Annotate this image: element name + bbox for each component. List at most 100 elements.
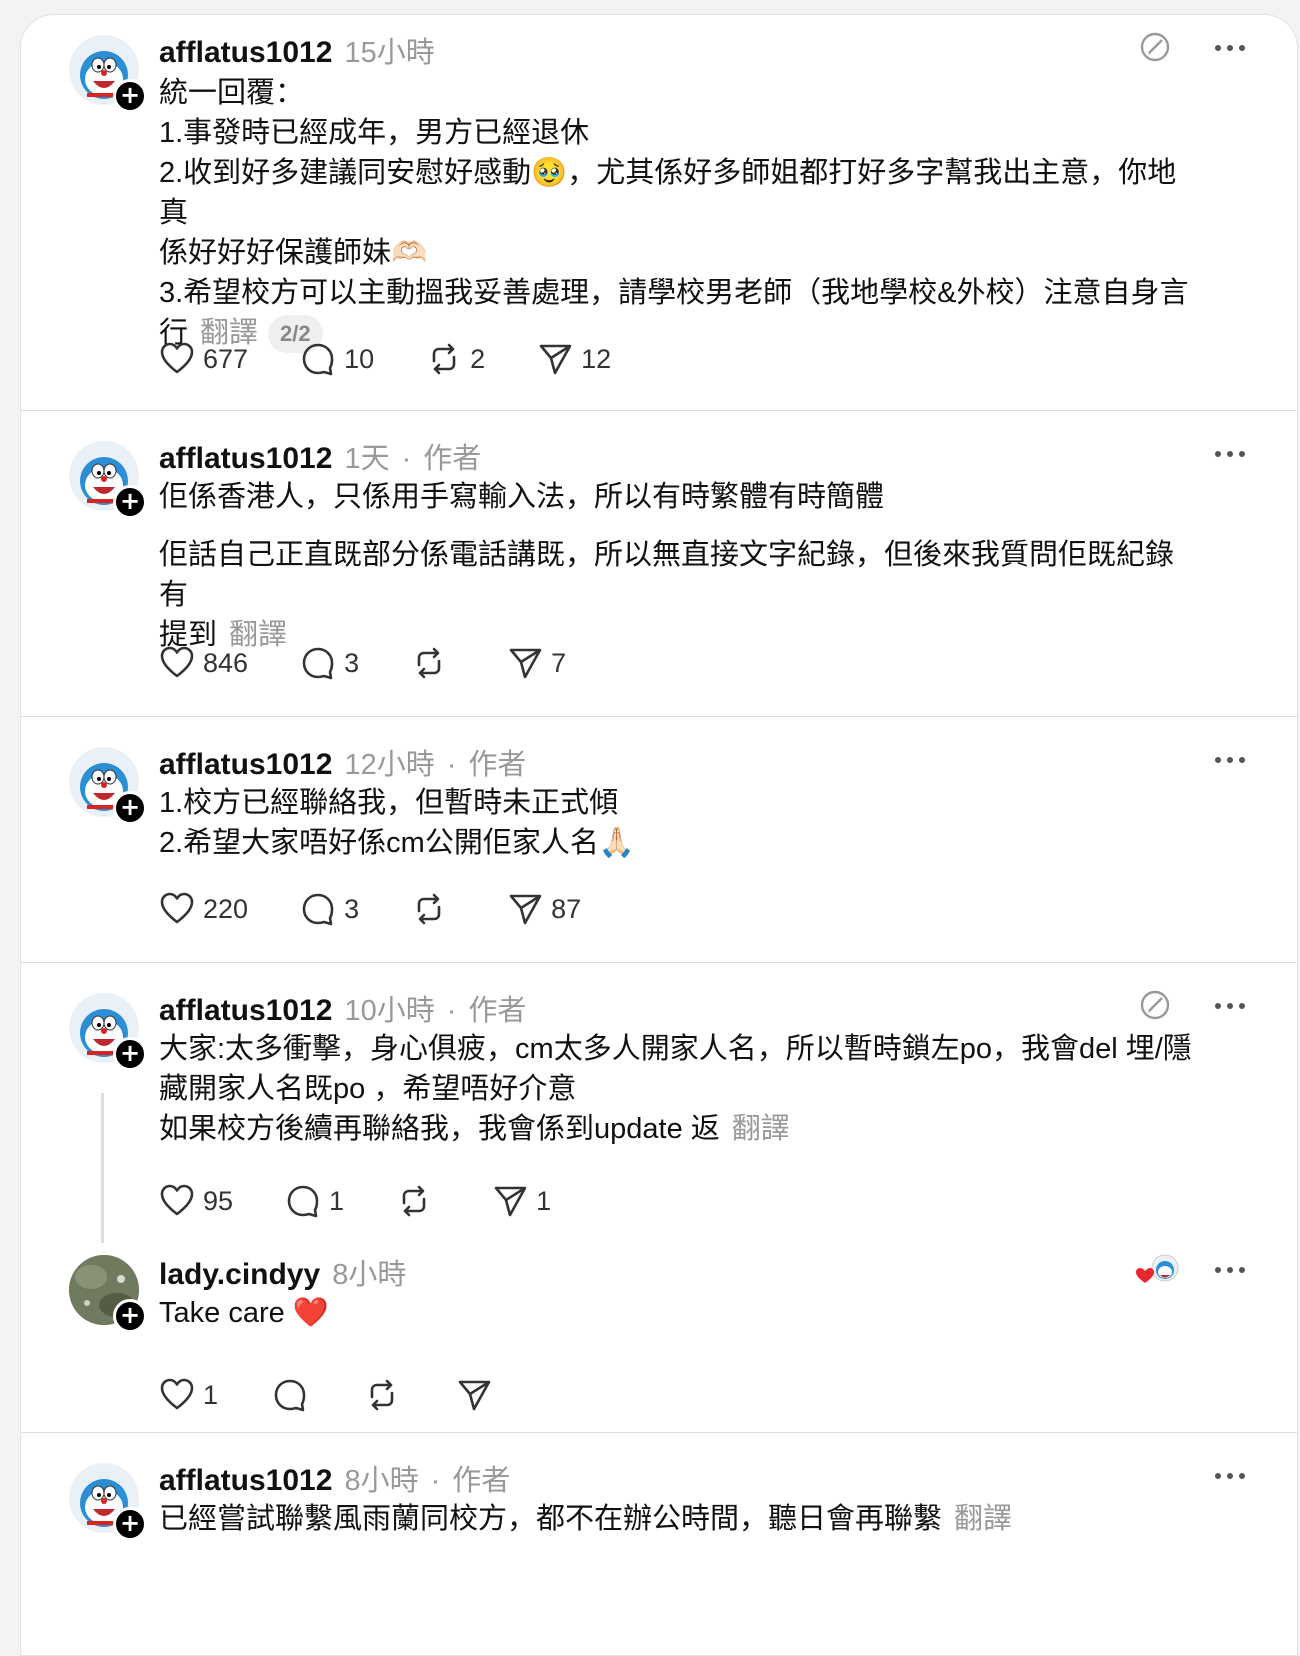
share-icon (509, 648, 542, 679)
comment-icon (302, 343, 334, 376)
share-count: 7 (551, 647, 567, 678)
comment-icon (274, 1379, 306, 1412)
like-button[interactable]: 677 (159, 341, 248, 377)
post-line: 藏開家人名既po ，希望唔好介意 (159, 1073, 577, 1105)
comment-button[interactable]: 1 (285, 1183, 344, 1219)
avatar[interactable]: + (69, 35, 147, 113)
translate-link[interactable]: 翻譯 (732, 1113, 790, 1145)
more-icon[interactable] (1215, 1001, 1245, 1011)
follow-plus-icon[interactable]: + (113, 791, 147, 825)
comment-count: 3 (344, 893, 360, 924)
avatar[interactable]: + (69, 993, 147, 1071)
author-badge: 作者 (468, 995, 527, 1027)
username[interactable]: afflatus1012 (159, 1464, 332, 1498)
comment-button[interactable]: 10 (300, 341, 374, 377)
separator-dot: · (401, 443, 412, 475)
comment-button[interactable]: 3 (300, 891, 359, 927)
edit-icon[interactable] (1139, 31, 1171, 63)
repost-button[interactable]: 2 (426, 341, 485, 377)
avatar[interactable]: + (69, 747, 147, 825)
post-line: 2.希望大家唔好係cm公開佢家人名🙏🏻 (159, 827, 635, 859)
repost-icon (370, 1379, 394, 1411)
share-button[interactable]: 87 (507, 891, 581, 927)
like-count: 95 (203, 1185, 234, 1216)
post-body: 佢係香港人，只係用手寫輸入法，所以有時繁體有時簡體 佢話自己正直既部分係電話講既… (159, 477, 1199, 655)
share-icon (458, 1380, 491, 1411)
author-badge: 作者 (468, 749, 527, 781)
thread-line (101, 1093, 104, 1243)
like-button[interactable]: 1 (159, 1377, 218, 1413)
repost-count: 2 (470, 343, 486, 374)
post-paragraph: 佢話自己正直既部分係電話講既，所以無直接文字紀錄，但後來我質問佢既紀錄有 (159, 539, 1175, 611)
timestamp: 12小時 (344, 749, 435, 781)
username[interactable]: afflatus1012 (159, 442, 332, 476)
more-icon[interactable] (1215, 449, 1245, 459)
post-line: 2.收到好多建議同安慰好感動🥹，尤其係好多師姐都打好多字幫我出主意，你地真 (159, 157, 1177, 229)
share-button[interactable]: 12 (537, 341, 611, 377)
like-count: 1 (203, 1379, 219, 1410)
post-line: 係好好好保護師妹🫶🏻 (159, 237, 428, 269)
follow-plus-icon[interactable]: + (113, 1507, 147, 1541)
comment-button[interactable] (272, 1377, 316, 1413)
post-line: 1.校方已經聯絡我，但暫時未正式傾 (159, 787, 619, 819)
repost-button[interactable] (411, 645, 455, 681)
comment-count: 10 (344, 343, 375, 374)
comment-count: 1 (329, 1185, 345, 1216)
liked-by-author-icon (1136, 1254, 1179, 1283)
separator-dot: · (446, 995, 457, 1027)
avatar[interactable]: + (69, 1463, 147, 1541)
username[interactable]: afflatus1012 (159, 748, 332, 782)
more-icon[interactable] (1215, 1265, 1245, 1275)
more-icon[interactable] (1215, 755, 1245, 765)
heart-icon (160, 646, 194, 678)
post-body: 大家:太多衝擊，身心俱疲，cm太多人開家人名，所以暫時鎖左po，我會del 埋/… (159, 1029, 1199, 1149)
post: + afflatus1012 12小時 · 作者 1.校方已經聯絡我，但暫時未正… (21, 717, 1297, 963)
timestamp: 10小時 (344, 995, 435, 1027)
separator-dot: · (446, 749, 457, 781)
comment-button[interactable]: 3 (300, 645, 359, 681)
share-count: 87 (551, 893, 582, 924)
translate-link[interactable]: 翻譯 (954, 1503, 1012, 1535)
username[interactable]: lady.cindyy (159, 1258, 320, 1292)
edit-icon[interactable] (1139, 989, 1171, 1021)
more-icon[interactable] (1215, 1471, 1245, 1481)
share-button[interactable] (456, 1377, 500, 1413)
author-badge: 作者 (423, 443, 482, 475)
repost-button[interactable] (411, 891, 455, 927)
like-button[interactable]: 95 (159, 1183, 233, 1219)
share-button[interactable]: 1 (492, 1183, 551, 1219)
post-body: 1.校方已經聯絡我，但暫時未正式傾 2.希望大家唔好係cm公開佢家人名🙏🏻 (159, 783, 1199, 863)
comment-icon (302, 893, 334, 926)
more-icon[interactable] (1215, 43, 1245, 53)
timestamp: 8小時 (332, 1259, 407, 1291)
share-icon (539, 344, 572, 375)
repost-icon (417, 893, 441, 925)
follow-plus-icon[interactable]: + (113, 485, 147, 519)
share-button[interactable]: 7 (507, 645, 566, 681)
heart-icon (160, 1378, 194, 1410)
repost-button[interactable] (396, 1183, 440, 1219)
like-count: 846 (203, 647, 249, 678)
timestamp: 8小時 (344, 1465, 419, 1497)
repost-button[interactable] (364, 1377, 408, 1413)
comment-icon (302, 647, 334, 680)
post-line: 如果校方後續再聯絡我，我會係到update 返 (159, 1113, 720, 1145)
post: + afflatus1012 1天 · 作者 佢係香港人，只係用手寫輸入法，所以… (21, 411, 1297, 717)
avatar[interactable]: + (69, 441, 147, 519)
comment-count: 3 (344, 647, 360, 678)
post-line: 1.事發時已經成年，男方已經退休 (159, 117, 590, 149)
username[interactable]: afflatus1012 (159, 994, 332, 1028)
share-count: 1 (536, 1185, 552, 1216)
share-count: 12 (581, 343, 612, 374)
follow-plus-icon[interactable]: + (113, 1299, 147, 1333)
follow-plus-icon[interactable]: + (113, 1037, 147, 1071)
post-line: 3.希望校方可以主動搵我妥善處理，請學校男老師（我地學校&外校）注意自身言 (159, 277, 1189, 309)
username[interactable]: afflatus1012 (159, 36, 332, 70)
follow-plus-icon[interactable]: + (113, 79, 147, 113)
like-button[interactable]: 220 (159, 891, 248, 927)
reply-body: Take care ❤️ (159, 1293, 1199, 1333)
reply-avatar[interactable]: + (69, 1255, 147, 1333)
repost-icon (432, 343, 456, 375)
author-badge: 作者 (452, 1465, 511, 1497)
like-button[interactable]: 846 (159, 645, 248, 681)
